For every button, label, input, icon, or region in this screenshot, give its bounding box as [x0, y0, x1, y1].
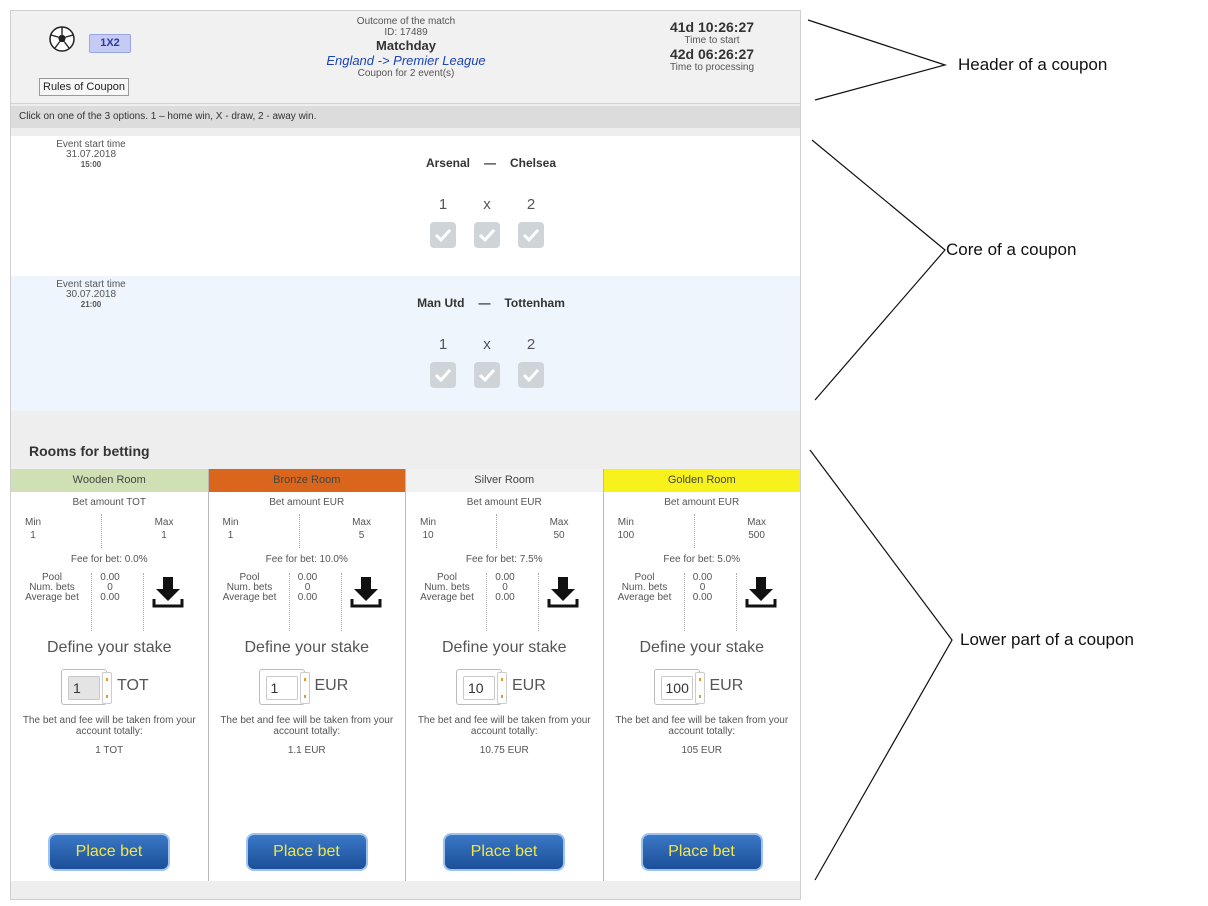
header-bracket-line [807, 19, 948, 101]
annotation-lower: Lower part of a coupon [960, 630, 1134, 649]
core-bracket-line [811, 139, 946, 401]
annotation-lines [807, 19, 953, 881]
annotation-core: Core of a coupon [946, 240, 1077, 259]
lower-bracket-line [809, 449, 953, 881]
annotation-header: Header of a coupon [958, 55, 1108, 74]
